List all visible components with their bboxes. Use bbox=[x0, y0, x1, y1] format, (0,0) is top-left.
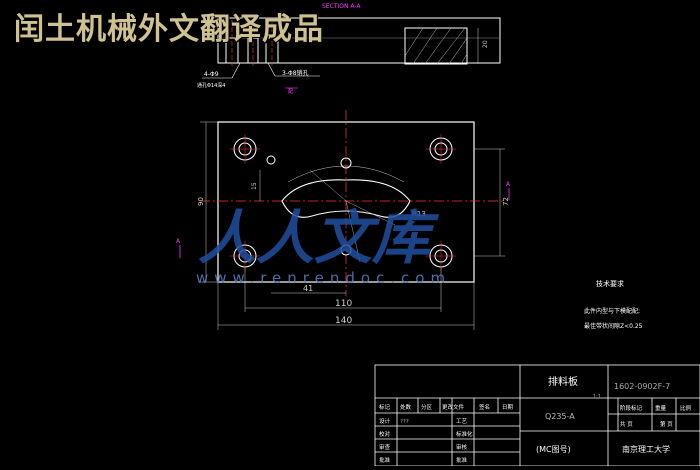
designer-name: ??? bbox=[400, 419, 409, 425]
callout-holes-note: 通孔Φ14深4 bbox=[197, 82, 225, 89]
row-process: 工艺 bbox=[456, 418, 468, 425]
pin-hole bbox=[266, 155, 276, 165]
corner-hole-br bbox=[426, 241, 456, 271]
callout-pins-note: 配 bbox=[288, 89, 293, 95]
row-std: 标准化 bbox=[456, 430, 473, 438]
dim-small: 15 bbox=[251, 182, 258, 190]
corner-hole-tr bbox=[426, 134, 456, 164]
weight-label: 重量 bbox=[655, 404, 667, 412]
col-date: 日期 bbox=[502, 404, 514, 411]
dim-overall-length: 140 bbox=[335, 316, 352, 326]
material: Q235-A bbox=[545, 412, 575, 421]
corner-hole-tl bbox=[230, 134, 260, 164]
part-name: 排料板 bbox=[548, 375, 578, 388]
stage-mark: 阶段标记 bbox=[620, 404, 643, 412]
drawing-code: (MC图号) bbox=[536, 445, 571, 454]
row-review: 审查 bbox=[379, 443, 391, 451]
col-change: 更改文件 bbox=[442, 403, 465, 411]
watermark-logo-text: 人人文库 bbox=[198, 204, 440, 272]
section-mark-right: A bbox=[506, 181, 511, 188]
thickness-label: 20 bbox=[482, 40, 489, 48]
drawing-svg: SECTION A-A 20 4-Φ9 通孔Φ14深4 3-Φ8销孔 配 140… bbox=[176, 3, 700, 467]
section-mark-left: A bbox=[176, 238, 181, 245]
school-name: 南京理工大学 bbox=[622, 444, 670, 454]
sheet-number: 第 页 bbox=[660, 420, 673, 428]
section-label: SECTION A-A bbox=[322, 3, 361, 10]
watermark-logo: 人人文库 www.renrendoc.com bbox=[196, 204, 451, 287]
row-check: 校对 bbox=[379, 430, 391, 438]
dim-hole-spacing: 110 bbox=[335, 299, 352, 309]
col-zone: 分区 bbox=[421, 403, 433, 411]
col-sign: 签名 bbox=[479, 403, 490, 411]
sheet-total: 共 页 bbox=[620, 420, 633, 428]
row-approve2: 批准 bbox=[456, 456, 468, 464]
row-review2: 审核 bbox=[456, 443, 468, 451]
cad-drawing-canvas: SECTION A-A 20 4-Φ9 通孔Φ14深4 3-Φ8销孔 配 140… bbox=[0, 0, 700, 467]
drawing-number: 1602-0902F-7 bbox=[614, 382, 670, 391]
tech-req-title: 技术要求 bbox=[596, 279, 624, 288]
scale-number: 1:1 bbox=[593, 394, 601, 400]
row-approve: 批准 bbox=[379, 456, 391, 464]
col-mark: 标记 bbox=[379, 403, 391, 411]
row-design: 设计 bbox=[379, 417, 391, 425]
col-count: 处数 bbox=[400, 403, 412, 411]
tech-req-line1: 此件内型与下模配配; bbox=[584, 307, 640, 315]
tech-req-line2: 最佳带状间隙Z<0.25 bbox=[584, 322, 643, 330]
callout-pins: 3-Φ8销孔 bbox=[282, 69, 309, 77]
ratio-label: 比例 bbox=[680, 404, 692, 412]
callout-holes: 4-Φ9 bbox=[204, 71, 219, 78]
watermark-title: 闰土机械外文翻译成品 bbox=[14, 12, 324, 47]
watermark-site: www.renrendoc.com bbox=[196, 269, 451, 287]
